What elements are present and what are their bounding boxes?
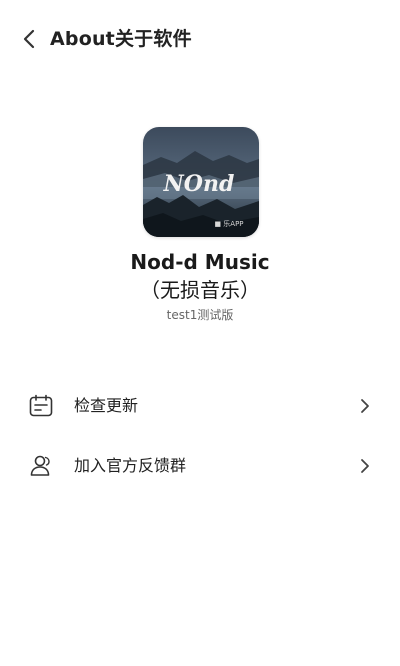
logo-badge: ■ 乐APP: [214, 219, 243, 228]
logo-wordmark: NOnd: [163, 171, 235, 197]
app-version: test1测试版: [166, 308, 234, 322]
app-logo: NOnd ■ 乐APP: [143, 127, 259, 237]
check-update-item[interactable]: 检查更新: [0, 378, 400, 434]
page-title: About关于软件: [50, 28, 192, 50]
back-button[interactable]: [14, 24, 44, 54]
calendar-update-icon: [29, 394, 53, 417]
top-bar: About关于软件: [0, 0, 400, 80]
app-name: Nod-d Music: [130, 250, 270, 274]
check-update-label: 检查更新: [74, 396, 139, 415]
chevron-left-icon: [23, 29, 35, 49]
feedback-group-item[interactable]: 加入官方反馈群: [0, 438, 400, 494]
feedback-group-label: 加入官方反馈群: [74, 456, 187, 475]
chevron-right-icon: [361, 399, 369, 413]
app-subtitle: （无损音乐）: [140, 278, 260, 302]
chevron-right-icon: [361, 459, 369, 473]
user-group-icon: [30, 455, 50, 476]
